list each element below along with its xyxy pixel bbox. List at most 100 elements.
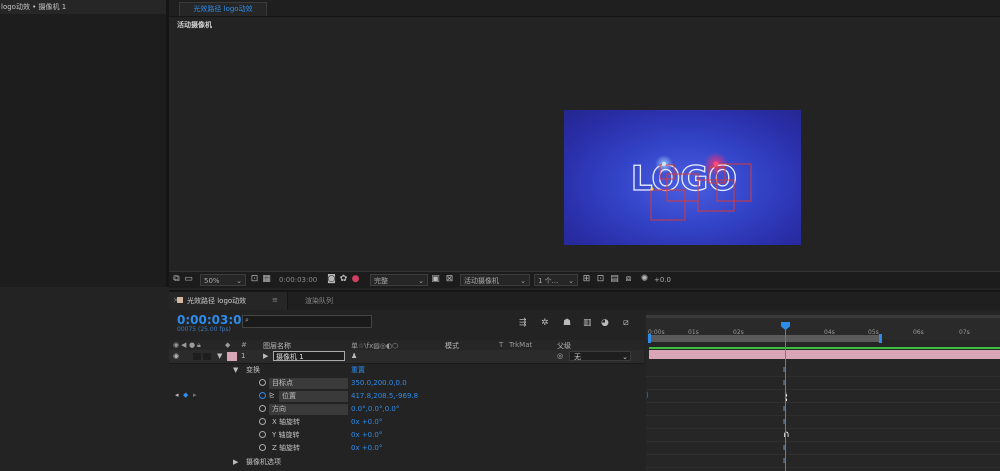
layer-name-field[interactable]: 摄像机 1 [273, 351, 345, 361]
composition-canvas[interactable]: LOGO [564, 110, 801, 245]
exposure-icon[interactable]: ✺ [640, 275, 649, 284]
camera-options-row[interactable]: ▶ 摄像机选项 [169, 456, 644, 469]
transform-label: 变换 [246, 366, 260, 374]
layer-duration-bar[interactable] [649, 350, 1000, 359]
chevron-down-icon: ⌄ [236, 277, 242, 285]
property-row-y-rotation[interactable]: Y 轴旋转 0x +0.0° [169, 429, 644, 442]
property-value[interactable]: 0x +0.0° [351, 430, 382, 441]
column-t: T [499, 341, 504, 349]
property-value[interactable]: 0x +0.0° [351, 417, 382, 428]
work-area-bar[interactable] [651, 335, 881, 342]
camera-dropdown[interactable]: 活动摄像机 ⌄ [460, 274, 530, 286]
transform-reset-link[interactable]: 重置 [351, 365, 365, 376]
label-icon[interactable]: ◆ [225, 341, 230, 349]
viewer-timecode[interactable]: 0:00:03:00 [279, 274, 317, 286]
always-preview-icon[interactable]: ⧉ [172, 275, 181, 284]
shy-layers-icon[interactable]: ☗ [563, 318, 571, 328]
grid-icon[interactable]: ⊞ [582, 275, 591, 284]
lock-toggle[interactable] [203, 353, 211, 360]
camera-layer-icon: ▶ [263, 352, 269, 360]
stopwatch-icon[interactable] [259, 405, 266, 412]
keyframe-diamond-icon[interactable]: ◆ [183, 391, 188, 399]
channel-icon[interactable]: ● [351, 275, 360, 284]
timeline-panel: × 光效路径 logo动效 ≡ 渲染队列 0:00:03:00 00075 (2… [169, 290, 1000, 471]
fast-preview-icon[interactable]: ▣ [431, 275, 440, 284]
lock-icon[interactable]: 🔒︎ [197, 341, 201, 350]
flowchart-icon[interactable]: ⧈ [624, 275, 633, 284]
show-snapshot-icon[interactable]: ✿ [339, 275, 348, 284]
search-input[interactable]: ⌕ [242, 315, 372, 328]
timeline-comp-tab[interactable]: 光效路径 logo动效 [187, 296, 246, 306]
timeline-tracks[interactable]: 0:00s 01s 02s 04s 05s 06s 07s I I ⟩ ⌇ I … [646, 312, 1000, 471]
property-row-point-of-interest[interactable]: 目标点 350.0,200.0,0.0 [169, 377, 644, 390]
toggle-transparency-icon[interactable]: ⊠ [445, 275, 454, 284]
viewer-tab[interactable]: 光效路径 logo动效 [179, 2, 267, 16]
timeline-icon[interactable]: ▤ [610, 275, 619, 284]
expand-triangle-icon[interactable]: ▼ [217, 352, 222, 360]
menu-icon[interactable]: ≡ [272, 296, 278, 304]
property-name: Z 轴旋转 [272, 444, 301, 452]
property-row-z-rotation[interactable]: Z 轴旋转 0x +0.0° [169, 442, 644, 455]
stopwatch-icon[interactable] [259, 379, 266, 386]
views-dropdown[interactable]: 1 个... ⌄ [534, 274, 578, 286]
prev-keyframe-icon[interactable]: ◂ [175, 391, 179, 399]
property-row-orientation[interactable]: 方向 0.0°,0.0°,0.0° [169, 403, 644, 416]
transform-group-row[interactable]: ▼ 变换 重置 [169, 364, 644, 377]
resolution-value: 完整 [374, 277, 388, 285]
track-row: ⟩ ⌇ [646, 390, 1000, 404]
property-value[interactable]: 350.0,200.0,0.0 [351, 378, 407, 389]
frame-blending-icon[interactable]: ▥ [583, 318, 592, 328]
comp-mini-flowchart-icon[interactable]: ⇶ [519, 318, 527, 328]
track-row: I [646, 442, 1000, 455]
parent-dropdown[interactable]: 无 ⌄ [569, 351, 631, 361]
timeline-comp-tab-bg[interactable]: × 光效路径 logo动效 ≡ [169, 292, 288, 310]
layer-row[interactable]: ◉ ▼ 1 ▶ 摄像机 1 ♟ ◎ 无 ⌄ [169, 350, 644, 364]
work-area-end-handle[interactable] [879, 334, 882, 343]
time-navigator[interactable] [646, 315, 1000, 318]
property-value[interactable]: 0x +0.0° [351, 443, 382, 454]
stopwatch-icon[interactable] [259, 418, 266, 425]
composition-viewer: 光效路径 logo动效 活动摄像机 LOGO [169, 0, 1000, 287]
collapse-triangle-icon[interactable]: ▶ [233, 458, 238, 466]
solo-toggle[interactable] [193, 353, 201, 360]
resolution-dropdown[interactable]: 完整 ⌄ [370, 274, 428, 286]
blue-light-point [662, 162, 666, 166]
stopwatch-active-icon[interactable] [259, 392, 266, 399]
exposure-value[interactable]: +0.0 [654, 274, 671, 286]
value-graph-icon: ∩ [783, 430, 790, 440]
current-time[interactable]: 0:00:03:00 [177, 313, 250, 327]
column-num: # [241, 341, 247, 349]
eye-icon[interactable]: ◉ [173, 341, 179, 349]
property-value[interactable]: 417.8,208.5,-969.8 [351, 391, 418, 402]
current-time-indicator-line[interactable] [785, 322, 786, 471]
project-panel-title[interactable]: logo动效 • 摄像机 1 [0, 0, 167, 14]
track-row: I [646, 377, 1000, 390]
audio-icon[interactable]: ◀ [181, 341, 186, 349]
chevron-down-icon: ⌄ [520, 277, 526, 285]
expand-triangle-icon[interactable]: ▼ [233, 366, 238, 374]
zoom-dropdown[interactable]: 50% ⌄ [200, 274, 246, 286]
transparency-grid-icon[interactable]: ▦ [262, 275, 271, 284]
shy-switch-icon[interactable]: ♟ [351, 352, 357, 360]
graph-editor-icon[interactable]: ⧄ [623, 318, 629, 328]
draft-3d-icon[interactable]: ✲ [541, 318, 549, 328]
render-queue-tab[interactable]: 渲染队列 [305, 296, 333, 306]
stopwatch-icon[interactable] [259, 431, 266, 438]
snapshot-icon[interactable]: ◙ [327, 275, 336, 284]
region-of-interest-icon[interactable]: ⊡ [250, 275, 259, 284]
graph-icon[interactable]: ⊵ [269, 391, 275, 399]
parent-pickwhip-icon[interactable]: ◎ [557, 352, 563, 360]
stopwatch-icon[interactable] [259, 444, 266, 451]
motion-blur-icon[interactable]: ◕ [601, 318, 609, 328]
3d-view-icon[interactable]: ⊡ [596, 275, 605, 284]
keyframe-diamond-icon[interactable]: ⟩ [646, 391, 649, 399]
eye-icon[interactable]: ◉ [173, 352, 179, 360]
monitor-icon[interactable]: ▭ [184, 275, 193, 284]
next-keyframe-icon[interactable]: ▸ [193, 391, 197, 399]
property-value[interactable]: 0.0°,0.0°,0.0° [351, 404, 399, 415]
work-area-start-handle[interactable] [648, 334, 651, 343]
layer-label-color[interactable] [227, 352, 237, 361]
solo-icon[interactable]: ● [189, 341, 195, 349]
property-row-x-rotation[interactable]: X 轴旋转 0x +0.0° [169, 416, 644, 429]
property-row-position[interactable]: ◂ ◆ ▸ ⊵ 位置 417.8,208.5,-969.8 [169, 390, 644, 403]
